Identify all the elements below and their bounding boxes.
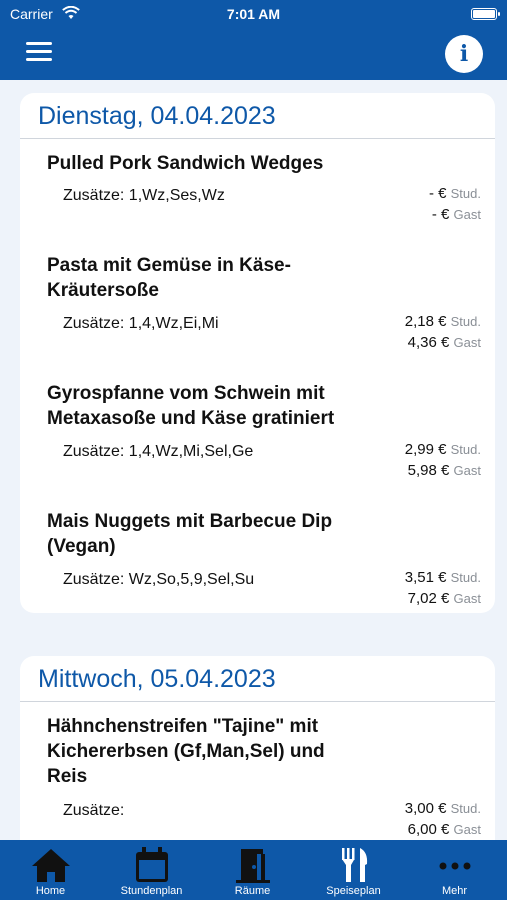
- meal-additives: Zusätze: 1,4,Wz,Ei,Mi: [63, 315, 219, 332]
- meal-additives: Zusätze:: [63, 802, 125, 819]
- meal-name: Gyrospfanne vom Schwein mit Metaxasoße u…: [47, 383, 335, 429]
- fork-knife-icon: [341, 848, 367, 882]
- tab-raeume[interactable]: Räume: [202, 840, 303, 900]
- price-guest-label: Gast: [453, 207, 481, 222]
- info-button[interactable]: i: [445, 35, 483, 73]
- price-student: 3,00 €: [404, 800, 447, 817]
- tab-raeume-label: Räume: [234, 885, 271, 897]
- meal-item[interactable]: Mais Nuggets mit Barbecue Dip (Vegan) Zu…: [47, 509, 481, 607]
- price-guest: 7,02 €: [407, 590, 450, 607]
- price-guest: 6,00 €: [407, 821, 450, 838]
- price-student: 3,51 €: [404, 569, 447, 586]
- tab-speiseplan-label: Speiseplan: [326, 885, 381, 897]
- meal-item[interactable]: Pasta mit Gemüse in Käse-Kräutersoße Zus…: [47, 253, 481, 351]
- price-student: - €: [428, 185, 447, 202]
- price-student-label: Stud.: [450, 314, 481, 329]
- calendar-icon: [135, 847, 168, 882]
- battery-icon: [471, 8, 500, 20]
- price-student-label: Stud.: [450, 442, 481, 457]
- meal-prices: 2,18 € Stud. 4,36 € Gast: [405, 311, 481, 353]
- tab-stundenplan[interactable]: Stundenplan: [101, 840, 202, 900]
- nav-bar: i: [0, 28, 507, 80]
- home-icon: [31, 849, 70, 882]
- tab-bar: Home Stundenplan Räume Speiseplan Mehr: [0, 840, 507, 900]
- meal-name: Mais Nuggets mit Barbecue Dip (Vegan): [47, 511, 333, 557]
- price-guest-label: Gast: [453, 463, 481, 478]
- day-card: Mittwoch, 05.04.2023 Hähnchenstreifen "T…: [20, 656, 495, 840]
- price-guest: - €: [431, 206, 450, 223]
- price-student: 2,18 €: [404, 313, 447, 330]
- price-student-label: Stud.: [450, 801, 481, 816]
- door-icon: [235, 849, 270, 883]
- price-guest-label: Gast: [453, 591, 481, 606]
- price-guest-label: Gast: [453, 822, 481, 837]
- price-guest-label: Gast: [453, 335, 481, 350]
- day-card: Dienstag, 04.04.2023 Pulled Pork Sandwic…: [20, 93, 495, 613]
- meal-additives: Zusätze: Wz,So,5,9,Sel,Su: [63, 571, 255, 588]
- tab-home[interactable]: Home: [0, 840, 101, 900]
- meal-name: Hähnchenstreifen "Tajine" mit Kichererbs…: [47, 716, 325, 787]
- meal-item[interactable]: Gyrospfanne vom Schwein mit Metaxasoße u…: [47, 381, 481, 479]
- price-student: 2,99 €: [404, 441, 447, 458]
- meal-name: Pasta mit Gemüse in Käse-Kräutersoße: [47, 255, 291, 301]
- day-date: Dienstag, 04.04.2023: [20, 93, 495, 139]
- meal-additives: Zusätze: 1,4,Wz,Mi,Sel,Ge: [63, 443, 254, 460]
- tab-home-label: Home: [35, 885, 66, 897]
- status-bar: Carrier 7:01 AM: [0, 0, 507, 28]
- status-time: 7:01 AM: [226, 6, 281, 22]
- menu-list[interactable]: Dienstag, 04.04.2023 Pulled Pork Sandwic…: [0, 80, 507, 840]
- more-icon: [439, 862, 470, 870]
- price-guest: 4,36 €: [407, 334, 450, 351]
- meal-prices: 3,51 € Stud. 7,02 € Gast: [405, 567, 481, 609]
- meal-prices: - € Stud. - € Gast: [429, 183, 481, 225]
- meal-item[interactable]: Pulled Pork Sandwich Wedges Zusätze: 1,W…: [47, 151, 481, 223]
- menu-icon[interactable]: [26, 42, 52, 62]
- tab-stundenplan-label: Stundenplan: [120, 885, 183, 897]
- meal-additives: Zusätze: 1,Wz,Ses,Wz: [63, 187, 225, 204]
- tab-mehr-label: Mehr: [441, 885, 468, 897]
- meal-prices: 2,99 € Stud. 5,98 € Gast: [405, 439, 481, 481]
- price-student-label: Stud.: [450, 186, 481, 201]
- tab-mehr[interactable]: Mehr: [404, 840, 505, 900]
- price-guest: 5,98 €: [407, 462, 450, 479]
- price-student-label: Stud.: [450, 570, 481, 585]
- tab-speiseplan[interactable]: Speiseplan: [303, 840, 404, 900]
- meal-item[interactable]: Hähnchenstreifen "Tajine" mit Kichererbs…: [47, 714, 481, 838]
- meal-prices: 3,00 € Stud. 6,00 € Gast: [405, 798, 481, 840]
- day-date: Mittwoch, 05.04.2023: [20, 656, 495, 702]
- meal-name: Pulled Pork Sandwich Wedges: [47, 153, 324, 174]
